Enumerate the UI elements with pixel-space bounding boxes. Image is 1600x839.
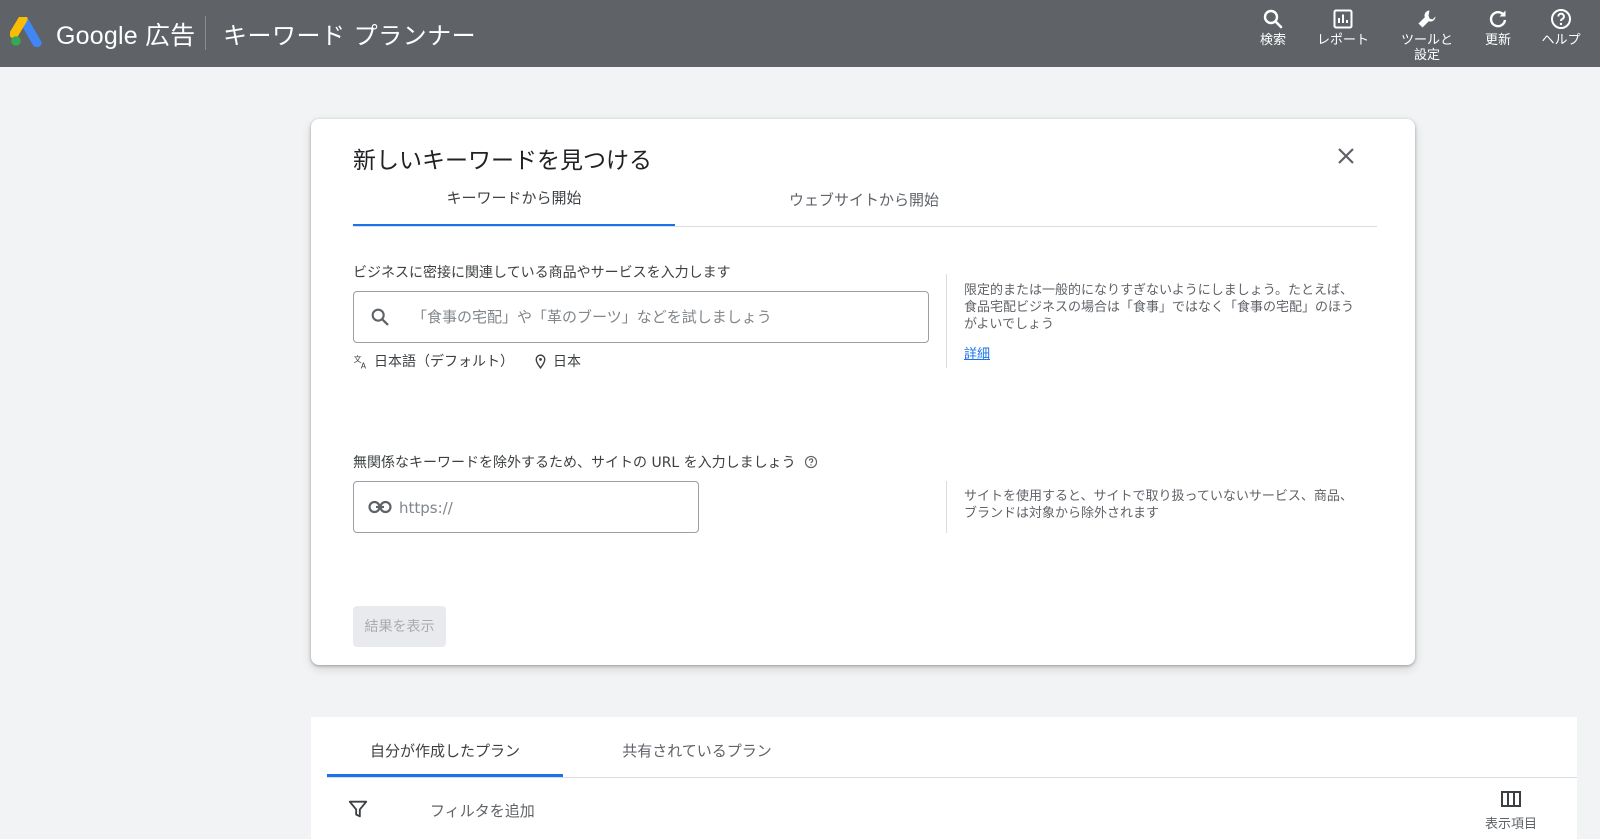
google-ads-logo-icon[interactable] (10, 17, 44, 47)
nav-search-label: 検索 (1259, 33, 1286, 48)
search-icon (371, 308, 389, 326)
find-keywords-dialog: 新しいキーワードを見つける キーワードから開始 ウェブサイトから開始 ビジネスに… (311, 119, 1415, 665)
wrench-icon (1418, 10, 1436, 28)
tab-my-plans-label: 自分が作成したプラン (369, 742, 520, 760)
report-icon (1333, 9, 1353, 29)
nav-refresh-label: 更新 (1484, 33, 1511, 48)
site-help-divider (946, 481, 947, 533)
site-field-label: 無関係なキーワードを除外するため、サイトの URL を入力しましょう (353, 455, 796, 471)
translate-icon: 文A (354, 354, 367, 370)
filter-icon[interactable] (347, 798, 369, 820)
product-title: キーワード プランナー (223, 22, 477, 50)
columns-button[interactable]: 表示項目 (1471, 787, 1551, 832)
tab-my-plans[interactable]: 自分が作成したプラン (327, 732, 563, 777)
add-filter-button[interactable]: フィルタを追加 (430, 800, 535, 821)
details-link[interactable]: 詳細 (964, 343, 990, 362)
help-circle-icon[interactable] (804, 455, 818, 469)
nav-report-label: レポート (1316, 33, 1369, 48)
site-help-text: サイトを使用すると、サイトで取り扱っていないサービス、商品、ブランドは対象から除… (964, 489, 1353, 521)
keywords-field-label: ビジネスに密接に関連している商品やサービスを入力します (353, 265, 731, 281)
keywords-help-divider (946, 274, 947, 368)
tab-keywords-label: キーワードから開始 (446, 189, 582, 207)
site-url-input[interactable] (399, 497, 684, 519)
site-url-input-box (353, 481, 699, 533)
tabs-divider (353, 226, 1377, 227)
nav-tools-label: ツールと 設定 (1400, 33, 1453, 63)
plans-tabs-divider (327, 777, 1577, 778)
keywords-input[interactable] (412, 306, 912, 328)
header-divider (205, 16, 206, 50)
keywords-input-box (353, 291, 929, 343)
keywords-help-text: 限定的または一般的になりすぎないようにしましょう。たとえば、食品宅配ビジネスの場… (964, 283, 1355, 332)
top-app-bar: Google 広告 キーワード プランナー 検索 レポート ツールと 設定 更新… (0, 0, 1600, 67)
link-icon (368, 500, 392, 514)
location-setting[interactable]: 日本 (532, 351, 581, 371)
columns-icon (1501, 791, 1521, 807)
location-pin-icon (535, 353, 546, 369)
tab-shared-plans-label: 共有されているプラン (622, 742, 772, 760)
nav-tools-button[interactable]: ツールと 設定 (1394, 0, 1460, 67)
nav-refresh-button[interactable]: 更新 (1478, 0, 1518, 67)
refresh-icon (1489, 10, 1507, 28)
location-label: 日本 (553, 354, 581, 370)
dialog-title: 新しいキーワードを見つける (353, 148, 652, 174)
tab-start-with-keywords[interactable]: キーワードから開始 (353, 189, 675, 227)
tab-website-label: ウェブサイトから開始 (788, 191, 939, 209)
svg-text:A: A (361, 361, 367, 369)
search-icon (1263, 9, 1283, 29)
tab-start-with-website[interactable]: ウェブサイトから開始 (703, 189, 1025, 227)
nav-search-button[interactable]: 検索 (1253, 0, 1293, 67)
close-icon[interactable] (1334, 144, 1358, 168)
targeting-settings: 文A 日本語（デフォルト） 日本 (353, 351, 581, 371)
help-icon (1551, 9, 1571, 29)
show-results-button[interactable]: 結果を表示 (353, 606, 446, 647)
brand-name: Google 広告 (56, 22, 196, 50)
nav-help-button[interactable]: ヘルプ (1536, 0, 1586, 67)
site-field-label-row: 無関係なキーワードを除外するため、サイトの URL を入力しましょう (353, 452, 818, 472)
language-label: 日本語（デフォルト） (374, 354, 514, 370)
columns-label: 表示項目 (1484, 817, 1537, 832)
language-setting[interactable]: 文A 日本語（デフォルト） (353, 351, 514, 371)
tab-shared-plans[interactable]: 共有されているプラン (579, 732, 815, 777)
plans-panel: 自分が作成したプラン 共有されているプラン フィルタを追加 表示項目 (311, 717, 1577, 839)
nav-report-button[interactable]: レポート (1310, 0, 1376, 67)
nav-help-label: ヘルプ (1541, 33, 1581, 48)
